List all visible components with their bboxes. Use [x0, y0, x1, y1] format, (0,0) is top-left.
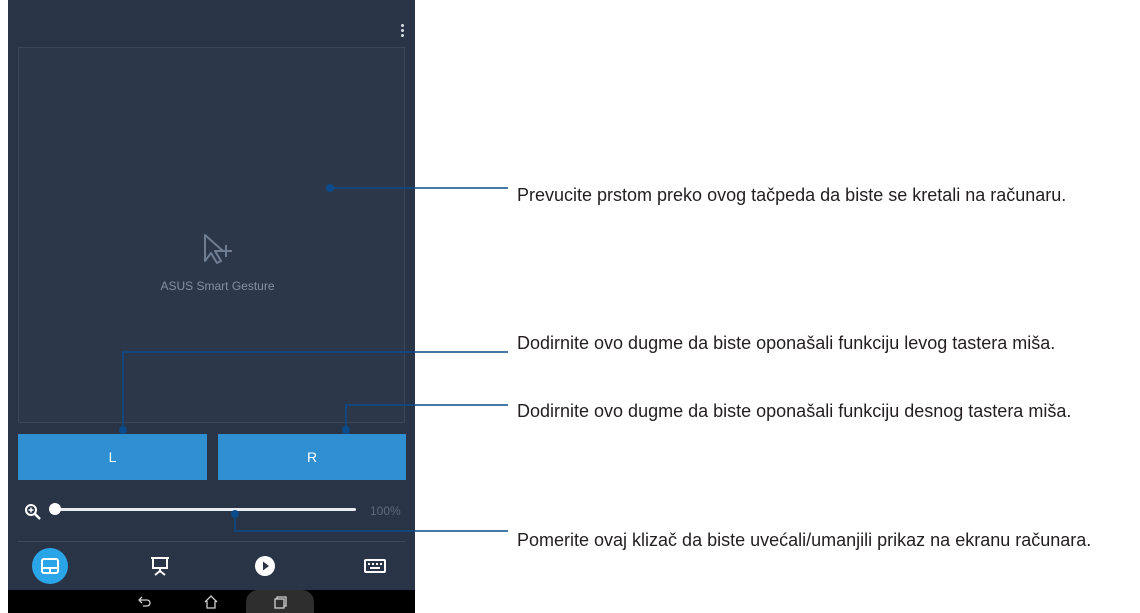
keyboard-icon [364, 559, 386, 573]
smart-gesture-cursor-icon [204, 234, 232, 264]
zoom-slider-thumb[interactable] [49, 503, 61, 515]
play-icon [255, 556, 275, 576]
trackpad-icon [41, 558, 59, 574]
touchpad-app-label: ASUS Smart Gesture [160, 279, 275, 293]
zoom-slider-track[interactable] [55, 508, 356, 511]
presentation-icon [151, 557, 169, 576]
phone-screen: ASUS Smart Gesture L R 100% [8, 0, 415, 613]
callout-right-button: Dodirnite ovo dugme da biste oponašali f… [517, 401, 1072, 421]
recent-apps-icon [274, 595, 287, 609]
tab-keyboard[interactable] [357, 548, 393, 584]
recent-apps-button[interactable] [246, 590, 314, 613]
callout-touchpad: Prevucite prstom preko ovog tačpeda da b… [517, 185, 1067, 205]
back-button[interactable] [135, 592, 155, 612]
tab-media[interactable] [247, 548, 283, 584]
tab-presentation[interactable] [142, 548, 178, 584]
back-icon [138, 596, 151, 607]
tab-trackpad[interactable] [32, 548, 68, 584]
home-icon [204, 595, 218, 609]
system-navigation-bar [8, 590, 415, 613]
zoom-in-icon [25, 504, 41, 520]
zoom-value: 100% [370, 504, 401, 518]
callout-slider: Pomerite ovaj klizač da biste uvećali/um… [517, 530, 1092, 550]
touchpad-area[interactable]: ASUS Smart Gesture [18, 47, 405, 423]
overflow-menu-icon[interactable] [397, 22, 407, 42]
home-button[interactable] [201, 592, 221, 612]
callout-left-button: Dodirnite ovo dugme da biste oponašali f… [517, 333, 1056, 353]
right-click-button[interactable]: R [218, 434, 406, 480]
tabs-divider [18, 541, 405, 542]
left-click-button[interactable]: L [18, 434, 207, 480]
